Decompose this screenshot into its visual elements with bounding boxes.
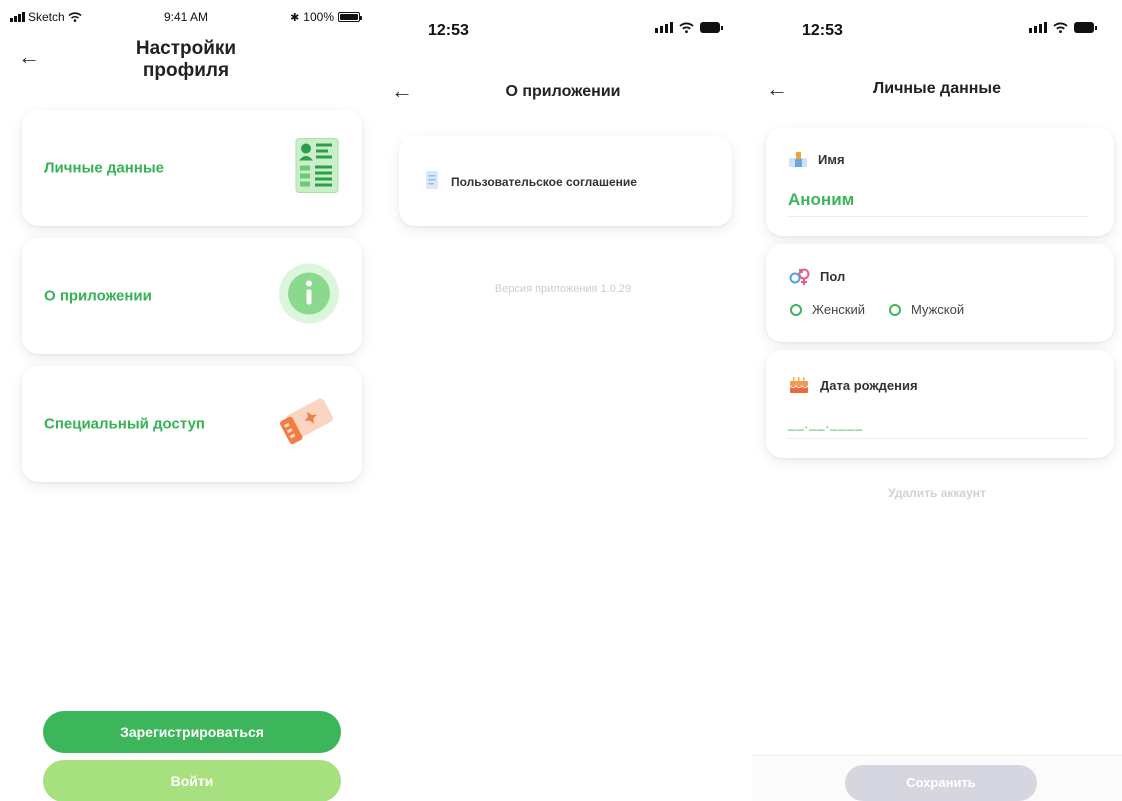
- wifi-icon: [1053, 22, 1068, 33]
- gender-options: Женский Мужской: [790, 302, 964, 317]
- personal-data-card[interactable]: Личные данные: [22, 110, 362, 226]
- gender-header: Пол: [788, 266, 845, 286]
- name-value[interactable]: Аноним: [788, 190, 854, 210]
- save-button[interactable]: Сохранить: [845, 765, 1037, 801]
- status-bar: 12:53: [378, 0, 748, 60]
- radio-circle-icon: [888, 303, 901, 316]
- personal-data-screen: 12:53 ← Личные данные Имя Аноним Пол Жен…: [752, 0, 1122, 801]
- name-header: Имя: [788, 150, 845, 168]
- gender-female-radio[interactable]: Женский: [790, 302, 865, 317]
- battery-icon: [700, 22, 723, 33]
- birthdate-underline: [788, 438, 1088, 439]
- birthdate-label: Дата рождения: [820, 377, 918, 393]
- wifi-icon: [679, 22, 694, 33]
- delete-account-link[interactable]: Удалить аккаунт: [752, 486, 1122, 500]
- birthdate-input[interactable]: __.__.____: [788, 416, 863, 431]
- about-app-label: О приложении: [44, 287, 152, 305]
- gender-label: Пол: [820, 268, 846, 284]
- app-version-text: Версия приложения 1.0.29: [494, 283, 632, 295]
- contact-card-icon: [294, 137, 340, 200]
- status-time: 12:53: [428, 22, 469, 39]
- battery-icon: [338, 12, 362, 22]
- info-icon: [278, 263, 340, 330]
- bluetooth-icon: ✱: [290, 11, 300, 24]
- birthdate-card: Дата рождения __.__.____: [766, 350, 1114, 458]
- page-title: Личные данные: [873, 80, 1001, 97]
- document-icon: [425, 170, 439, 195]
- special-access-card[interactable]: Специальный доступ: [22, 366, 362, 482]
- status-bar: Sketch 9:41 AM ✱ 100%: [0, 0, 372, 26]
- cake-icon: [789, 377, 809, 393]
- gender-male-radio[interactable]: Мужской: [888, 302, 965, 317]
- name-card: Имя Аноним: [766, 128, 1114, 236]
- about-app-card[interactable]: О приложении: [22, 238, 362, 354]
- user-agreement-card[interactable]: Пользовательское соглашение: [399, 136, 732, 226]
- gender-card: Пол Женский Мужской: [766, 244, 1114, 342]
- profile-settings-screen: Sketch 9:41 AM ✱ 100% ← Настройки профил…: [0, 0, 372, 801]
- signal-icon: [1029, 22, 1047, 33]
- name-label: Имя: [818, 151, 845, 167]
- page-title: Настройки профиля: [0, 38, 372, 82]
- register-button[interactable]: Зарегистрироваться: [43, 711, 341, 753]
- special-access-label: Специальный доступ: [44, 415, 205, 433]
- page-title-line-1: Настройки: [135, 38, 237, 59]
- page-title-line-2: профиля: [142, 60, 230, 81]
- user-agreement-label: Пользовательское соглашение: [451, 175, 637, 189]
- gender-female-label: Женский: [812, 302, 865, 317]
- radio-circle-icon: [790, 303, 802, 316]
- status-time: 12:53: [802, 22, 843, 39]
- battery-icon: [1074, 22, 1097, 33]
- personal-data-label: Личные данные: [44, 159, 164, 177]
- status-bar: 12:53: [752, 0, 1122, 60]
- about-app-screen: 12:53 ← О приложении Пользовательское со…: [378, 0, 748, 801]
- birthdate-header: Дата рождения: [788, 376, 918, 394]
- gender-male-label: Мужской: [910, 302, 965, 317]
- login-button[interactable]: Войти: [43, 760, 341, 801]
- page-title: О приложении: [505, 83, 621, 100]
- name-underline: [788, 216, 1088, 217]
- person-icon: [789, 152, 807, 167]
- battery-percent: 100%: [303, 10, 334, 24]
- signal-icon: [655, 22, 673, 33]
- gender-icon: [789, 268, 810, 285]
- ticket-icon: [276, 397, 340, 452]
